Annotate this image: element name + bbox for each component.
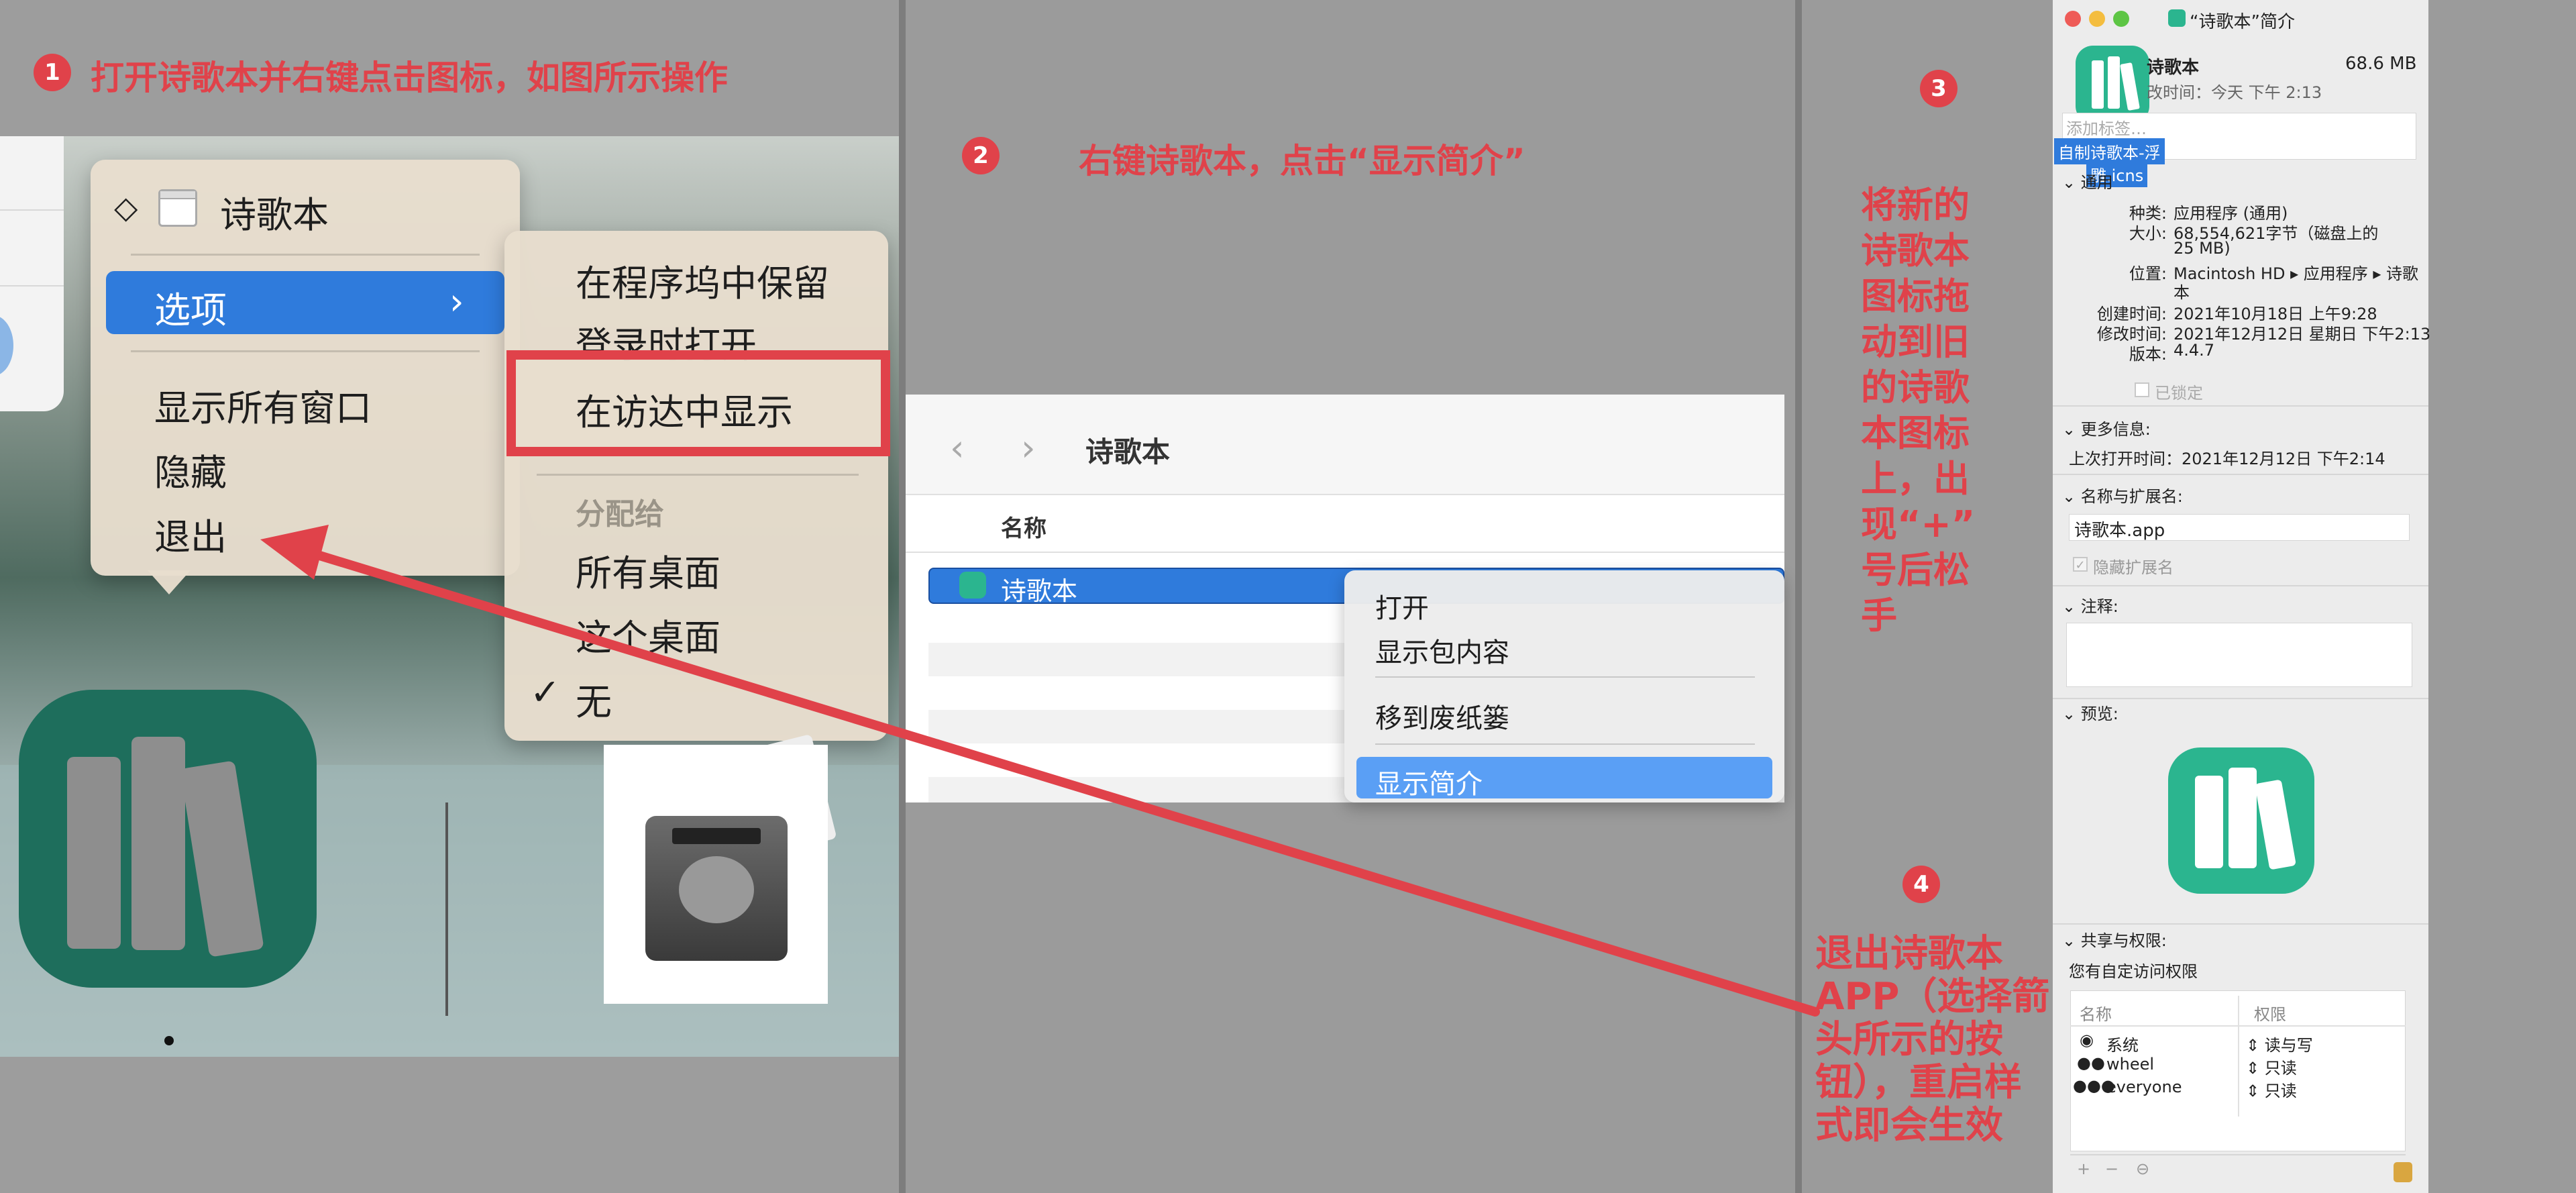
arrow-head xyxy=(260,525,329,580)
red-arrow xyxy=(260,525,1820,1017)
arrow-shaft xyxy=(311,550,1820,1017)
